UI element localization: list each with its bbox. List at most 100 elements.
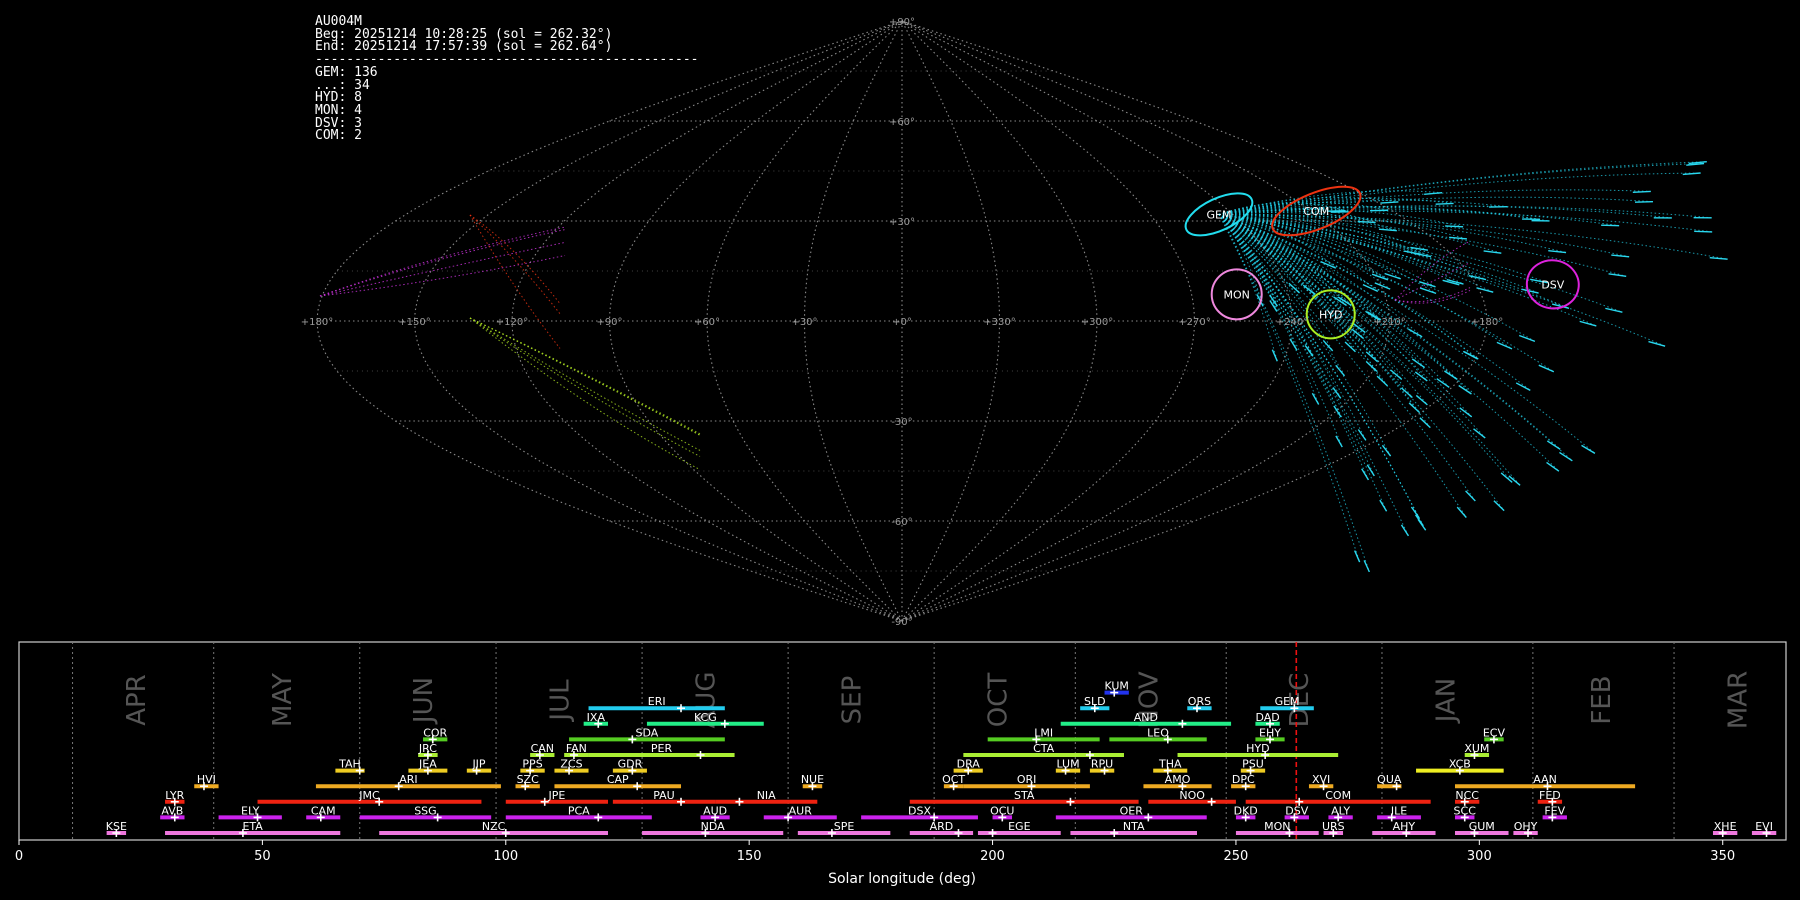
meteor-segment	[1456, 506, 1467, 518]
shower-label-jea: JEA	[418, 758, 437, 771]
longitude-label: +270°	[1178, 317, 1210, 328]
shower-label-nue: NUE	[801, 773, 824, 786]
shower-label-dsv: DSV	[1285, 804, 1308, 817]
x-tick-label: 50	[254, 849, 271, 864]
x-tick-label: 350	[1710, 849, 1735, 864]
meteor-segment	[1419, 417, 1431, 429]
shower-label-can: CAN	[531, 742, 554, 755]
shower-label-eta: ETA	[242, 820, 263, 833]
shower-label-cor: COR	[423, 726, 447, 739]
shower-label-jip: JIP	[471, 758, 485, 771]
shower-label-ohy: OHY	[1514, 820, 1538, 833]
shower-label-fan: FAN	[566, 742, 587, 755]
meteor-track-gem	[1218, 210, 1713, 233]
shower-label-kcg: KCG	[694, 711, 717, 724]
longitude-label: +180°	[301, 317, 333, 328]
meteor-track-gem	[1218, 205, 1712, 219]
longitude-label: +150°	[398, 317, 430, 328]
x-tick-label: 200	[980, 849, 1005, 864]
shower-label-xum: XUM	[1464, 742, 1489, 755]
shower-label-noo: NOO	[1179, 789, 1205, 802]
x-tick-label: 100	[493, 849, 518, 864]
meteor-segment	[1483, 250, 1502, 254]
meteor-segment	[1436, 378, 1450, 388]
meteor-segment	[1559, 451, 1573, 462]
meteor-track-gem	[1218, 213, 1314, 357]
meteor-track	[469, 214, 561, 304]
x-tick-label: 300	[1467, 849, 1492, 864]
meteor-tracks	[319, 160, 1728, 573]
meteor-segment	[1390, 369, 1403, 380]
shower-label-cap: CAP	[607, 773, 629, 786]
shower-label-evi: EVI	[1755, 820, 1773, 833]
longitude-label: +30°	[791, 317, 817, 328]
shower-label-hvi: HVI	[197, 773, 216, 786]
month-label: MAR	[1723, 671, 1753, 729]
shower-label-ssg: SSG	[414, 804, 437, 817]
meteor-segment	[1496, 341, 1513, 350]
meteor-segment	[1465, 490, 1476, 502]
shower-label-jmc: JMC	[358, 789, 380, 802]
meteor-segment	[1335, 435, 1343, 448]
longitude-label: +210°	[1373, 317, 1405, 328]
meteor-segment	[1415, 394, 1428, 406]
longitude-label: +180°	[1471, 317, 1503, 328]
month-label: JUL	[545, 679, 575, 723]
meteor-track-gem	[1218, 213, 1458, 380]
meteor-track-gem	[1218, 213, 1473, 418]
meteor-track-gem	[1218, 213, 1555, 373]
shower-label-jpe: JPE	[547, 789, 565, 802]
meteor-track-gem	[1218, 213, 1531, 391]
shower-label-com: COM	[1325, 789, 1351, 802]
shower-label-lmi: LMI	[1034, 726, 1053, 739]
meteor-segment	[1269, 294, 1278, 307]
shower-label-amo: AMO	[1165, 773, 1191, 786]
shower-label-ahy: AHY	[1393, 820, 1416, 833]
meteor-segment	[1311, 392, 1320, 405]
shower-label-nda: NDA	[701, 820, 726, 833]
meteor-track-gem	[1218, 214, 1361, 563]
meteor-segment	[1548, 250, 1567, 254]
timeline-frame	[18, 641, 1787, 841]
shower-label-pau: PAU	[653, 789, 675, 802]
meteor-segment	[1379, 499, 1388, 512]
shower-label-pca: PCA	[568, 804, 590, 817]
meteor-segment	[1458, 384, 1472, 395]
radiant-label-mon: MON	[1224, 288, 1250, 301]
shower-label-kum: KUM	[1104, 680, 1128, 693]
meteor-segment	[1365, 361, 1378, 372]
shower-label-jrc: JRC	[418, 742, 437, 755]
shower-label-ile: ILE	[1391, 804, 1407, 817]
shower-label-ocu: OCU	[990, 804, 1014, 817]
shower-label-nzc: NZC	[482, 820, 506, 833]
shower-label-leo: LEO	[1147, 726, 1169, 739]
latitude-label: -90°	[891, 617, 912, 628]
shower-label-oer: OER	[1120, 804, 1144, 817]
shower-label-sda: SDA	[636, 726, 659, 739]
sky-axis-labels: +180° +150° +120° +90° +60° +30° +0° +330° +300°…	[301, 17, 1503, 628]
meteor-segment	[1410, 506, 1420, 519]
shower-label-lum: LUM	[1056, 758, 1079, 771]
meteor-segment	[1493, 500, 1505, 512]
latitude-label: -60°	[891, 517, 912, 528]
solar-longitude-axis: 0 50 100 150 200 250 300 350	[15, 840, 1735, 864]
x-axis-label: Solar longitude (deg)	[828, 871, 976, 887]
meteor-segment	[1400, 524, 1410, 537]
meteor-segment	[1449, 236, 1468, 240]
shower-label-cam: CAM	[311, 804, 336, 817]
shower-label-gdr: GDR	[618, 758, 643, 771]
meteor-segment	[1354, 550, 1361, 563]
shower-label-ari: ARI	[399, 773, 417, 786]
shower-label-ors: ORS	[1188, 695, 1211, 708]
shower-label-xhe: XHE	[1714, 820, 1737, 833]
latitude-label: +60°	[889, 117, 915, 128]
shower-label-dad: DAD	[1255, 711, 1279, 724]
shower-label-avb: AVB	[161, 804, 183, 817]
longitude-label: +240°	[1276, 317, 1308, 328]
x-tick-label: 150	[737, 849, 762, 864]
shower-label-szc: SZC	[517, 773, 540, 786]
shower-label-per: PER	[651, 742, 673, 755]
meteor-segment	[1376, 375, 1388, 387]
meteor-segment	[1419, 287, 1437, 295]
shower-label-tah: TAH	[338, 758, 361, 771]
